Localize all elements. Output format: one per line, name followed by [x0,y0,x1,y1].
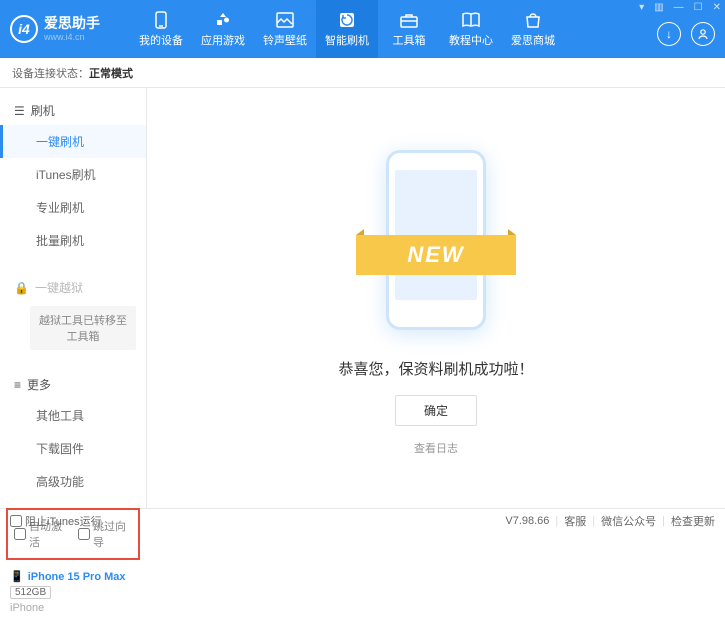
success-message: 恭喜您，保资料刷机成功啦！ [338,358,533,379]
logo: i4 爱思助手 www.i4.cn [10,15,130,43]
store-icon [523,11,543,29]
device-storage: 512GB [10,586,51,599]
nav-store[interactable]: 爱思商城 [502,0,564,58]
jailbreak-note: 越狱工具已转移至工具箱 [30,306,136,350]
nav-ringtones[interactable]: 铃声壁纸 [254,0,316,58]
sidebar-item-download[interactable]: 下载固件 [0,432,146,465]
view-log-link[interactable]: 查看日志 [414,440,458,456]
status-value: 正常模式 [89,65,133,81]
footer-wechat[interactable]: 微信公众号 [601,513,656,529]
nav-my-device[interactable]: 我的设备 [130,0,192,58]
sidebar-head-jailbreak: 🔒 一键越狱 [0,273,146,302]
device-icon: 📱 [10,570,24,583]
more-icon: ≡ [14,378,21,392]
user-button[interactable] [691,22,715,46]
download-button[interactable]: ↓ [657,22,681,46]
nav-toolbox[interactable]: 工具箱 [378,0,440,58]
app-header: i4 爱思助手 www.i4.cn 我的设备 应用游戏 铃声壁纸 智能刷机 工具… [0,0,725,58]
skin-icon[interactable]: ▥ [654,2,663,13]
device-info: 📱 iPhone 15 Pro Max 512GB iPhone [0,562,146,622]
nav-flash[interactable]: 智能刷机 [316,0,378,58]
logo-icon: i4 [10,15,38,43]
nav-apps[interactable]: 应用游戏 [192,0,254,58]
sidebar-item-itunes[interactable]: iTunes刷机 [0,158,146,191]
sidebar-item-batch[interactable]: 批量刷机 [0,224,146,257]
logo-subtitle: www.i4.cn [44,32,100,42]
ok-button[interactable]: 确定 [395,395,477,426]
header-right-icons: ↓ [657,22,715,46]
lock-icon: 🔒 [14,281,29,295]
footer-update[interactable]: 检查更新 [671,513,715,529]
main-content: NEW 恭喜您，保资料刷机成功啦！ 确定 查看日志 [147,88,725,508]
device-name[interactable]: 📱 iPhone 15 Pro Max [10,570,136,583]
device-type: iPhone [10,602,136,614]
sidebar-item-other[interactable]: 其他工具 [0,399,146,432]
nav-tutorials[interactable]: 教程中心 [440,0,502,58]
sidebar-item-onekey[interactable]: 一键刷机 [0,125,146,158]
list-icon: ☰ [14,104,25,118]
new-banner: NEW [356,235,516,275]
sidebar-head-flash[interactable]: ☰ 刷机 [0,96,146,125]
phone-icon [151,11,171,29]
sidebar: ☰ 刷机 一键刷机 iTunes刷机 专业刷机 批量刷机 🔒 一键越狱 越狱工具… [0,88,147,508]
sidebar-item-pro[interactable]: 专业刷机 [0,191,146,224]
maximize-icon[interactable]: ☐ [694,2,703,13]
image-icon [275,11,295,29]
block-itunes-checkbox[interactable]: 阻止iTunes运行 [10,513,102,529]
logo-text: 爱思助手 [44,16,100,31]
window-controls: ▾ ▥ — ☐ ✕ [639,2,721,13]
sidebar-head-more[interactable]: ≡ 更多 [0,370,146,399]
minimize-icon[interactable]: — [674,2,684,13]
status-label: 设备连接状态： [12,65,89,81]
version-text: V7.98.66 [505,515,549,527]
apps-icon [213,11,233,29]
toolbox-icon [399,11,419,29]
book-icon [461,11,481,29]
footer-service[interactable]: 客服 [564,513,586,529]
status-bar: 设备连接状态： 正常模式 [0,58,725,88]
menu-icon[interactable]: ▾ [639,2,644,13]
flash-icon [337,11,357,29]
sidebar-item-advanced[interactable]: 高级功能 [0,465,146,498]
close-icon[interactable]: ✕ [713,2,721,13]
top-nav: 我的设备 应用游戏 铃声壁纸 智能刷机 工具箱 教程中心 爱思商城 [130,0,715,58]
success-illustration: NEW [366,140,506,340]
